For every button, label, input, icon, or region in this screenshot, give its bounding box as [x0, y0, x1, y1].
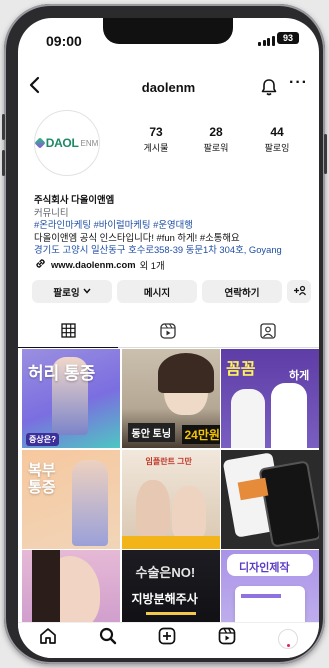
post-subtitle: 증상은? [26, 433, 59, 446]
stat-posts-label: 게시물 [143, 143, 169, 153]
post-tile[interactable]: 허리 통증 증상은? [22, 349, 120, 448]
post-subtitle: 동안 토닝 [127, 423, 176, 442]
chevron-down-icon [83, 286, 91, 297]
content-tabs [18, 318, 319, 348]
stat-following[interactable]: 44 팔로잉 [247, 125, 307, 154]
home-icon[interactable] [39, 627, 57, 650]
profile-avatar-nav[interactable] [278, 628, 299, 649]
tab-tagged[interactable] [218, 318, 318, 348]
post-title: 허리 통증 [28, 364, 96, 383]
following-button[interactable]: 팔로잉 [32, 280, 112, 303]
post-card-line [241, 594, 281, 598]
stat-posts[interactable]: 73 게시물 [126, 125, 186, 154]
profile-link[interactable]: www.daolenm.com 외 1개 [34, 257, 165, 272]
add-person-button[interactable] [287, 280, 311, 303]
post-tile[interactable]: 동안 토닝 24만원 [121, 349, 220, 448]
link-extra: 외 1개 [139, 259, 165, 271]
volume-down-button [2, 150, 5, 176]
profile-category: 커뮤니티 [34, 206, 69, 218]
volume-up-button [2, 114, 5, 140]
stat-followers-label: 팔로워 [203, 143, 229, 153]
profile-hashtags[interactable]: #온라인마케팅 #바이럴마케팅 #운영대행 [34, 219, 309, 232]
post-subtitle: 하게 [289, 370, 310, 382]
tab-reels[interactable] [118, 318, 218, 348]
phone-frame: 09:00 93 daolenm ··· DAOL ENM 73 게시물 28 … [2, 4, 327, 664]
link-icon [34, 257, 47, 272]
post-doctor-2 [271, 383, 307, 448]
post-person-2 [171, 485, 206, 538]
post-banner [121, 535, 220, 549]
profile-bio: 주식회사 다올이앤엠 커뮤니티 #온라인마케팅 #바이럴마케팅 #운영대행 다올… [34, 194, 309, 257]
status-time: 09:00 [46, 33, 82, 49]
brand-logo: DAOL ENM [34, 136, 99, 150]
stat-following-label: 팔로잉 [264, 143, 290, 153]
post-title: 수술은NO! [135, 565, 196, 580]
signal-icon [258, 36, 275, 46]
profile-actions: 팔로잉 메시지 연락하기 [32, 280, 311, 303]
stat-posts-value: 73 [149, 125, 163, 139]
contact-button[interactable]: 연락하기 [202, 280, 282, 303]
more-options-icon[interactable]: ··· [289, 74, 308, 92]
post-tile[interactable]: 꼼꼼 하게 [221, 349, 319, 448]
stat-followers[interactable]: 28 팔로워 [186, 125, 246, 154]
search-icon[interactable] [99, 627, 117, 650]
profile-header: daolenm ··· [18, 74, 319, 102]
post-title: 임플란트 그만 [145, 456, 192, 466]
logo-mark-icon [34, 137, 46, 149]
post-title: 복부 통증 [28, 461, 56, 496]
post-person-1 [135, 479, 170, 536]
create-icon[interactable] [158, 627, 176, 650]
add-person-icon [293, 285, 306, 299]
stat-followers-value: 28 [209, 125, 223, 139]
message-button[interactable]: 메시지 [117, 280, 197, 303]
post-title: 디자인제작 [239, 562, 290, 574]
logo-text: DAOL [45, 136, 79, 150]
post-tile[interactable] [221, 449, 319, 549]
post-doctor-1 [231, 389, 265, 448]
link-url[interactable]: www.daolenm.com [51, 259, 136, 270]
profile-name: 주식회사 다올이앤엠 [34, 194, 115, 205]
following-label: 팔로잉 [53, 287, 80, 299]
notch [103, 18, 233, 44]
profile-description: 다올이앤엠 공식 인스타입니다! #fun 하게! #소통해요 [34, 231, 240, 243]
profile-address[interactable]: 경기도 고양시 일산동구 호수로358-39 동문1차 304호, Goyang [34, 244, 309, 257]
reels-icon[interactable] [218, 627, 236, 650]
post-model-figure [72, 459, 108, 546]
bottom-nav [18, 622, 319, 658]
tab-grid[interactable] [18, 318, 118, 348]
stat-following-value: 44 [270, 125, 284, 139]
post-hair [157, 353, 214, 393]
battery-icon: 93 [277, 32, 299, 44]
reels-icon [160, 322, 176, 344]
post-subtitle: 지방분해주사 [131, 592, 198, 606]
power-button [324, 134, 327, 174]
logo-suffix: ENM [80, 138, 99, 148]
grid-icon [60, 322, 76, 343]
screen: 09:00 93 daolenm ··· DAOL ENM 73 게시물 28 … [18, 18, 319, 658]
posts-grid: 허리 통증 증상은? 동안 토닝 24만원 꼼꼼 하게 복부 통증 임플란트 그… [22, 349, 319, 649]
post-phone-mock-2 [258, 459, 319, 548]
tagged-person-icon [260, 322, 276, 344]
post-title: 꼼꼼 [226, 361, 256, 378]
post-tile[interactable]: 임플란트 그만 [121, 449, 220, 549]
post-accent-line [145, 612, 196, 615]
post-tile[interactable]: 복부 통증 [22, 449, 120, 549]
post-title: 24만원 [181, 425, 220, 444]
bell-icon[interactable] [261, 78, 277, 101]
profile-avatar[interactable]: DAOL ENM [34, 110, 100, 176]
